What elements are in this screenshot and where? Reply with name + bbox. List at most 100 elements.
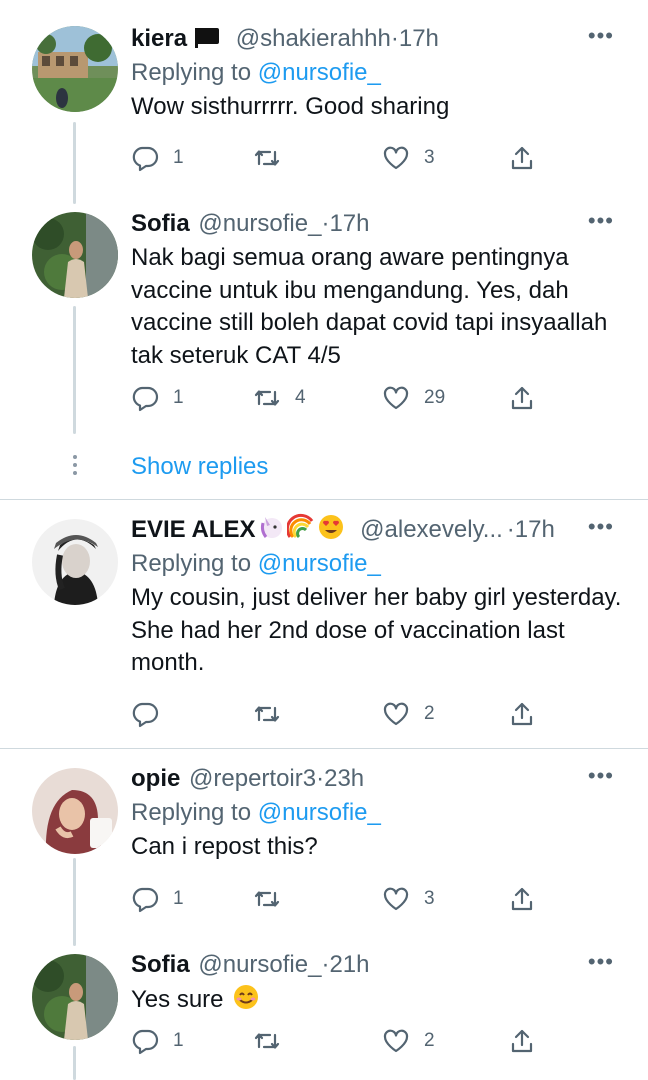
share-button[interactable] bbox=[508, 382, 536, 414]
avatar[interactable] bbox=[32, 212, 118, 298]
reply-count: 1 bbox=[173, 147, 184, 168]
reply-icon bbox=[132, 386, 159, 412]
reply-button[interactable] bbox=[131, 698, 173, 730]
heart-eyes-emoji-icon bbox=[319, 515, 344, 539]
like-button[interactable]: 3 bbox=[382, 883, 435, 915]
more-options-icon[interactable]: ••• bbox=[588, 513, 614, 541]
display-name[interactable]: opie bbox=[131, 765, 180, 792]
more-options-icon[interactable]: ••• bbox=[588, 948, 614, 976]
avatar[interactable] bbox=[32, 954, 118, 1040]
retweet-button[interactable] bbox=[253, 883, 295, 915]
more-options-icon[interactable]: ••• bbox=[588, 207, 614, 235]
timestamp[interactable]: 17h bbox=[515, 516, 555, 543]
username[interactable]: @repertoir3 bbox=[189, 765, 316, 792]
thread-line bbox=[73, 122, 76, 204]
show-replies-link[interactable]: Show replies bbox=[131, 451, 268, 483]
share-icon bbox=[511, 386, 533, 410]
like-button[interactable]: 29 bbox=[382, 382, 445, 414]
reply-button[interactable]: 1 bbox=[131, 142, 184, 174]
tweet-header: EVIE ALEX @alexevely... ·17h ••• bbox=[131, 513, 622, 547]
action-bar: 1 4 29 bbox=[131, 382, 551, 414]
share-button[interactable] bbox=[508, 1025, 536, 1057]
mention-link[interactable]: @nursofie_ bbox=[258, 550, 381, 577]
tweet-text-body: Yes sure bbox=[131, 986, 224, 1013]
share-button[interactable] bbox=[508, 698, 536, 730]
retweet-button[interactable]: 4 bbox=[253, 382, 306, 414]
like-button[interactable]: 2 bbox=[382, 698, 435, 730]
timestamp[interactable]: 17h bbox=[329, 210, 369, 237]
timestamp[interactable]: 17h bbox=[399, 25, 439, 52]
thread-dots-icon bbox=[72, 455, 78, 479]
separator: · bbox=[390, 25, 399, 52]
retweet-icon bbox=[254, 706, 280, 722]
like-count: 2 bbox=[424, 1030, 435, 1051]
thread-line bbox=[73, 306, 76, 434]
tweet-header: Sofia @nursofie_·21h ••• bbox=[131, 948, 622, 982]
more-options-icon[interactable]: ••• bbox=[588, 22, 614, 50]
reply-button[interactable]: 1 bbox=[131, 883, 184, 915]
tweet-content: Sofia @nursofie_·21h ••• Yes sure bbox=[131, 948, 622, 1017]
display-name[interactable]: Sofia bbox=[131, 951, 190, 978]
mention-link[interactable]: @nursofie_ bbox=[258, 799, 381, 826]
retweet-button[interactable] bbox=[253, 142, 295, 174]
reply-button[interactable]: 1 bbox=[131, 382, 184, 414]
replying-to: Replying to @nursofie_ bbox=[131, 547, 622, 581]
reply-icon bbox=[132, 702, 159, 728]
username[interactable]: @nursofie_ bbox=[198, 951, 321, 978]
share-icon bbox=[511, 1029, 533, 1053]
reply-button[interactable]: 1 bbox=[131, 1025, 184, 1057]
action-bar: 1 3 bbox=[131, 883, 551, 915]
avatar-image bbox=[32, 26, 118, 112]
black-flag-icon bbox=[193, 24, 223, 58]
tweet-header: opie @repertoir3·23h ••• bbox=[131, 762, 622, 796]
avatar[interactable] bbox=[32, 768, 118, 854]
replying-label: Replying to bbox=[131, 59, 252, 86]
share-icon bbox=[511, 887, 533, 911]
mention-link[interactable]: @nursofie_ bbox=[258, 59, 381, 86]
tweet-text: My cousin, just deliver her baby girl ye… bbox=[131, 584, 622, 676]
reply-icon bbox=[132, 146, 159, 172]
tweet-content: EVIE ALEX @alexevely... ·17h ••• Replying… bbox=[131, 513, 622, 680]
replying-label: Replying to bbox=[131, 550, 252, 577]
share-button[interactable] bbox=[508, 883, 536, 915]
avatar[interactable] bbox=[32, 519, 118, 605]
more-options-icon[interactable]: ••• bbox=[588, 762, 614, 790]
display-name[interactable]: EVIE ALEX bbox=[131, 516, 255, 543]
replying-label: Replying to bbox=[131, 799, 252, 826]
retweet-button[interactable] bbox=[253, 1025, 295, 1057]
share-icon bbox=[511, 146, 533, 170]
retweet-icon bbox=[254, 891, 280, 907]
display-name[interactable]: Sofia bbox=[131, 210, 190, 237]
timestamp[interactable]: 21h bbox=[329, 951, 369, 978]
smiling-emoji-icon bbox=[234, 985, 259, 1009]
retweet-icon bbox=[254, 390, 280, 406]
like-count: 3 bbox=[424, 147, 435, 168]
like-button[interactable]: 3 bbox=[382, 142, 435, 174]
like-count: 29 bbox=[424, 387, 446, 408]
username[interactable]: @nursofie_ bbox=[198, 210, 321, 237]
avatar-image bbox=[32, 212, 118, 298]
reply-count: 1 bbox=[173, 888, 184, 909]
heart-icon bbox=[383, 386, 409, 410]
reply-count: 1 bbox=[173, 1030, 184, 1051]
heart-icon bbox=[383, 702, 409, 726]
timestamp[interactable]: 23h bbox=[324, 765, 364, 792]
display-name[interactable]: kiera bbox=[131, 25, 187, 52]
thread-line bbox=[73, 858, 76, 946]
share-button[interactable] bbox=[508, 142, 536, 174]
tweet-content: opie @repertoir3·23h ••• Replying to @nu… bbox=[131, 762, 622, 864]
avatar[interactable] bbox=[32, 26, 118, 112]
tweet-text: Can i repost this? bbox=[131, 833, 318, 860]
retweet-icon bbox=[254, 1033, 280, 1049]
username[interactable]: @shakierahhh bbox=[236, 25, 391, 52]
retweet-button[interactable] bbox=[253, 698, 295, 730]
action-bar: 2 bbox=[131, 698, 551, 730]
like-count: 2 bbox=[424, 703, 435, 724]
unicorn-emoji-icon bbox=[261, 517, 283, 538]
share-icon bbox=[511, 702, 533, 726]
heart-icon bbox=[383, 146, 409, 170]
username[interactable]: @alexevely... bbox=[360, 516, 503, 543]
like-button[interactable]: 2 bbox=[382, 1025, 435, 1057]
avatar-image bbox=[32, 768, 118, 854]
rainbow-emoji-icon bbox=[287, 513, 314, 539]
